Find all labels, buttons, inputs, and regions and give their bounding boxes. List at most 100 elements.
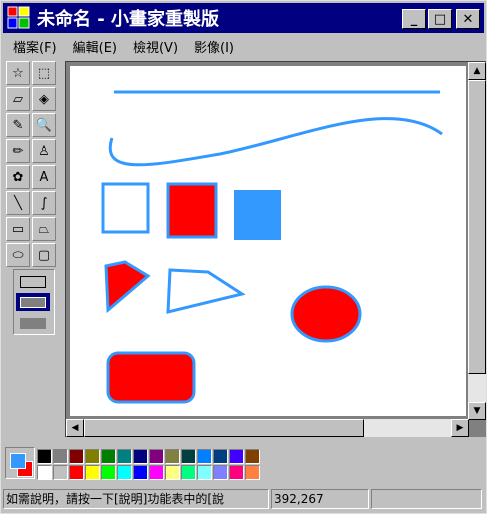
color-swatch[interactable] [69, 465, 84, 480]
horizontal-scroll-thumb[interactable] [84, 419, 364, 437]
menu-image[interactable]: 影像(I) [186, 37, 242, 56]
ellipse-shape [290, 285, 362, 343]
horizontal-scrollbar[interactable]: ◀ ▶ [66, 419, 469, 437]
status-selection-size [371, 489, 482, 509]
minimize-button[interactable]: _ [402, 9, 426, 29]
airbrush-icon: ✿ [12, 169, 24, 185]
color-swatch[interactable] [213, 465, 228, 480]
color-swatch[interactable] [37, 449, 52, 464]
maximize-button[interactable]: □ [428, 9, 452, 29]
fill-style-fill-only[interactable] [20, 318, 46, 329]
color-swatch[interactable] [245, 465, 260, 480]
foreground-color-swatch[interactable] [10, 453, 26, 469]
window-title: 未命名 - 小畫家重製版 [37, 9, 220, 30]
canvas-area: ▲ ▼ ◀ ▶ [65, 61, 486, 437]
ellipse-icon: ⬭ [12, 247, 24, 263]
color-swatch[interactable] [85, 449, 100, 464]
color-swatch[interactable] [37, 465, 52, 480]
current-colors[interactable] [5, 447, 35, 479]
fill-style-outline-fill[interactable] [16, 293, 50, 311]
canvas-drawing [101, 90, 443, 404]
curve-icon: ∫ [40, 195, 48, 211]
scroll-down-button[interactable]: ▼ [468, 402, 486, 420]
color-swatch[interactable] [197, 465, 212, 480]
tool-button[interactable]: ♙ [32, 139, 56, 163]
color-swatch[interactable] [133, 465, 148, 480]
tool-button[interactable]: ⏢ [32, 217, 56, 241]
scroll-left-button[interactable]: ◀ [66, 419, 84, 437]
tool-button[interactable]: ◈ [32, 87, 56, 111]
color-swatch[interactable] [181, 465, 196, 480]
tool-button[interactable]: ☆ [6, 61, 30, 85]
outline-square-shape [101, 182, 150, 234]
rectangle-icon: ▭ [11, 221, 25, 237]
color-swatch[interactable] [229, 465, 244, 480]
tool-button[interactable]: A [32, 165, 56, 189]
filled-square-shape [234, 190, 281, 240]
drawing-canvas[interactable] [70, 66, 466, 416]
scroll-right-button[interactable]: ▶ [451, 419, 469, 437]
scroll-up-button[interactable]: ▲ [468, 62, 486, 80]
tool-button[interactable]: ✿ [6, 165, 30, 189]
tool-button[interactable]: ⬚ [32, 61, 56, 85]
close-icon: ✕ [462, 11, 474, 27]
minimize-icon: _ [410, 11, 418, 27]
tool-button[interactable]: ▱ [6, 87, 30, 111]
tool-button[interactable]: ✎ [6, 113, 30, 137]
color-swatch[interactable] [213, 449, 228, 464]
polygon-icon: ⏢ [38, 221, 50, 237]
tool-button[interactable]: ∫ [32, 191, 56, 215]
tool-button[interactable]: 🔍 [32, 113, 56, 137]
filled-polygon-shape [104, 260, 151, 314]
menu-file[interactable]: 檔案(F) [5, 37, 65, 56]
curve-shape [108, 117, 443, 167]
color-swatch[interactable] [117, 449, 132, 464]
eraser-icon: ▱ [13, 91, 23, 107]
text-icon: A [39, 169, 49, 185]
paint-app-icon[interactable] [7, 6, 31, 30]
eyedropper-icon: ✎ [12, 117, 24, 133]
status-cursor-coords: 392,267 [271, 489, 369, 509]
fill-bucket-icon: ◈ [39, 91, 49, 107]
tool-button[interactable]: ⬭ [6, 243, 30, 267]
fill-style-outline[interactable] [20, 276, 46, 288]
tool-button[interactable]: ╲ [6, 191, 30, 215]
rounded-rect-shape [106, 351, 196, 404]
vertical-scrollbar[interactable]: ▲ ▼ [468, 62, 486, 420]
color-swatch[interactable] [197, 449, 212, 464]
color-swatch[interactable] [53, 465, 68, 480]
color-swatch[interactable] [181, 449, 196, 464]
outline-polygon-shape [166, 268, 246, 314]
brush-icon: ♙ [38, 143, 50, 159]
color-swatch[interactable] [133, 449, 148, 464]
color-swatch[interactable] [149, 465, 164, 480]
status-bar: 如需說明，請按一下[說明]功能表中的[說 392,267 [3, 489, 484, 511]
line-icon: ╲ [14, 195, 22, 211]
filled-outlined-square-shape [166, 182, 218, 239]
paint-window: 未命名 - 小畫家重製版 _ □ ✕ 檔案(F) 編輯(E) 檢視(V) 影像(… [0, 0, 487, 514]
color-swatch[interactable] [85, 465, 100, 480]
free-select-icon: ☆ [12, 65, 24, 81]
color-swatch[interactable] [69, 449, 84, 464]
color-swatch[interactable] [149, 449, 164, 464]
color-swatch[interactable] [117, 465, 132, 480]
color-palette [5, 447, 485, 483]
vertical-scroll-thumb[interactable] [468, 80, 486, 374]
color-swatch[interactable] [245, 449, 260, 464]
close-button[interactable]: ✕ [456, 9, 480, 29]
rounded-rect-icon: ▢ [37, 247, 51, 263]
tool-button[interactable]: ✏ [6, 139, 30, 163]
color-swatch[interactable] [101, 465, 116, 480]
color-swatch[interactable] [101, 449, 116, 464]
menu-bar: 檔案(F) 編輯(E) 檢視(V) 影像(I) [5, 35, 242, 57]
color-swatch[interactable] [229, 449, 244, 464]
menu-edit[interactable]: 編輯(E) [65, 37, 125, 56]
tool-button[interactable]: ▭ [6, 217, 30, 241]
color-swatch[interactable] [53, 449, 68, 464]
title-bar[interactable]: 未命名 - 小畫家重製版 _ □ ✕ [3, 3, 484, 33]
color-swatch[interactable] [165, 465, 180, 480]
color-swatch[interactable] [165, 449, 180, 464]
menu-view[interactable]: 檢視(V) [125, 37, 186, 56]
maximize-icon: □ [433, 11, 447, 27]
tool-button[interactable]: ▢ [32, 243, 56, 267]
